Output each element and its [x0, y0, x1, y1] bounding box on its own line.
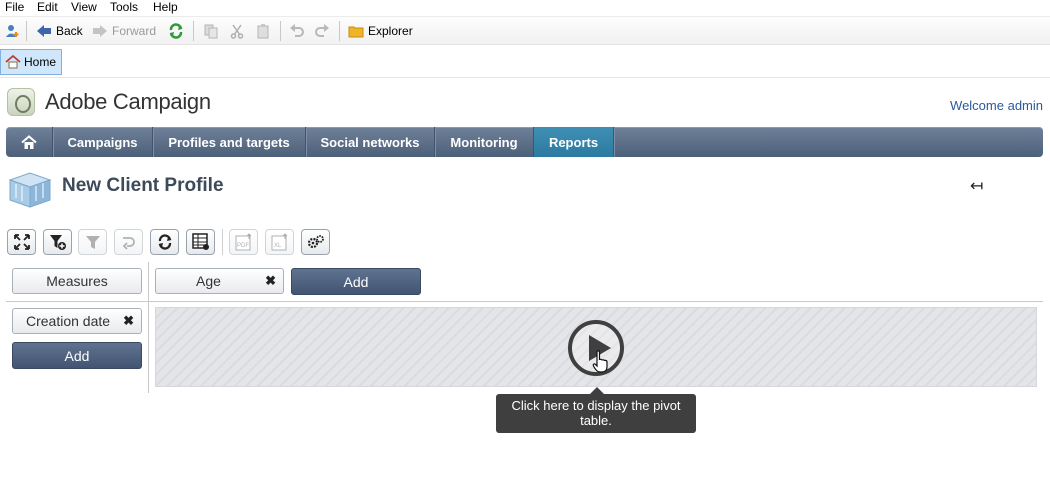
hand-cursor-icon [592, 350, 608, 373]
add-column-button[interactable]: Add [291, 268, 421, 295]
explorer-label: Explorer [368, 24, 413, 38]
svg-text:PDF: PDF [237, 243, 249, 249]
back-arrow-icon [37, 25, 51, 37]
toolbar-separator [193, 21, 194, 41]
copy-icon [204, 24, 218, 39]
table-icon [191, 233, 209, 250]
main-nav: Campaigns Profiles and targets Social ne… [6, 127, 1043, 157]
undo-button[interactable] [289, 21, 305, 41]
menu-tools[interactable]: Tools [110, 0, 138, 14]
nav-campaigns[interactable]: Campaigns [53, 127, 153, 157]
svg-text:XL: XL [274, 243, 282, 249]
clipboard-icon [257, 24, 269, 39]
tab-home[interactable]: Home [0, 49, 62, 75]
measures-label: Measures [46, 273, 108, 289]
cube-icon [8, 172, 52, 208]
pivot-vertical-divider [148, 262, 149, 393]
forward-label: Forward [112, 24, 157, 38]
refresh-button[interactable] [168, 21, 184, 41]
settings-button[interactable] [301, 229, 330, 255]
remove-age-icon[interactable]: ✖ [265, 273, 276, 289]
redo-button[interactable] [314, 21, 330, 41]
pivot-tooltip: Click here to display the pivot table. [496, 387, 696, 433]
nav-social-networks[interactable]: Social networks [306, 127, 435, 157]
tab-home-label: Home [24, 55, 57, 69]
add-row-label: Add [64, 347, 90, 364]
new-user-button[interactable] [4, 21, 20, 41]
back-label: Back [56, 24, 83, 38]
toolbar-separator [280, 21, 281, 41]
undo-icon [290, 24, 304, 37]
paste-button[interactable] [255, 21, 271, 41]
home-icon [21, 134, 37, 149]
export-excel-button[interactable]: XL [265, 229, 294, 255]
refresh-icon [169, 23, 183, 39]
menu-file[interactable]: File [5, 0, 24, 14]
row-dimension-creation-date[interactable]: Creation date ✖ [12, 308, 142, 334]
forward-arrow-icon [93, 25, 107, 37]
menu-help[interactable]: Help [153, 0, 178, 14]
page-title: New Client Profile [62, 175, 224, 196]
tab-strip: Home [0, 46, 1050, 78]
forward-button[interactable]: Forward [92, 21, 156, 41]
drill-icon [122, 237, 135, 250]
main-toolbar: Back Forward Explorer [0, 16, 1050, 45]
filter-button[interactable] [78, 229, 107, 255]
add-column-label: Add [343, 273, 369, 290]
menu-bar: File Edit View Tools Help [0, 0, 1050, 16]
toolbar-separator [222, 229, 223, 255]
column-dimension-age[interactable]: Age ✖ [155, 268, 284, 294]
table-settings-button[interactable] [186, 229, 215, 255]
add-row-button[interactable]: Add [12, 342, 142, 369]
explorer-button[interactable]: Explorer [348, 21, 413, 41]
folder-icon [348, 26, 364, 38]
menu-view[interactable]: View [71, 0, 97, 14]
export-pdf-button[interactable]: PDF [229, 229, 258, 255]
measures-button[interactable]: Measures [12, 268, 142, 294]
filter-add-icon [49, 235, 66, 250]
back-button[interactable]: Back [36, 21, 83, 41]
toolbar-separator [339, 21, 340, 41]
fullscreen-button[interactable] [7, 229, 36, 255]
app-title: Adobe Campaign [45, 89, 211, 114]
expand-icon [13, 234, 30, 250]
excel-export-icon: XL [271, 233, 287, 251]
refresh-report-button[interactable] [150, 229, 179, 255]
column-dimension-label: Age [196, 273, 221, 289]
refresh-icon [158, 234, 171, 250]
adobe-campaign-logo [7, 88, 35, 116]
nav-profiles-and-targets[interactable]: Profiles and targets [153, 127, 306, 157]
add-filter-button[interactable] [43, 229, 72, 255]
nav-monitoring[interactable]: Monitoring [435, 127, 534, 157]
redo-icon [315, 24, 329, 37]
back-to-list-icon[interactable]: ↤ [970, 176, 983, 195]
drill-down-button[interactable] [114, 229, 143, 255]
remove-creation-date-icon[interactable]: ✖ [123, 313, 134, 329]
toolbar-separator [26, 21, 27, 41]
home-icon [5, 54, 21, 69]
pivot-horizontal-divider [6, 301, 1043, 302]
pdf-export-icon: PDF [235, 233, 251, 251]
filter-icon [85, 236, 100, 249]
nav-home[interactable] [6, 127, 53, 157]
nav-reports[interactable]: Reports [534, 127, 614, 157]
user-add-icon [6, 25, 19, 37]
scissors-icon [230, 24, 244, 39]
gears-icon [307, 235, 324, 249]
menu-edit[interactable]: Edit [37, 0, 58, 14]
row-dimension-label: Creation date [26, 313, 111, 329]
copy-button[interactable] [203, 21, 219, 41]
welcome-text[interactable]: Welcome admin [950, 98, 1043, 113]
cut-button[interactable] [229, 21, 245, 41]
